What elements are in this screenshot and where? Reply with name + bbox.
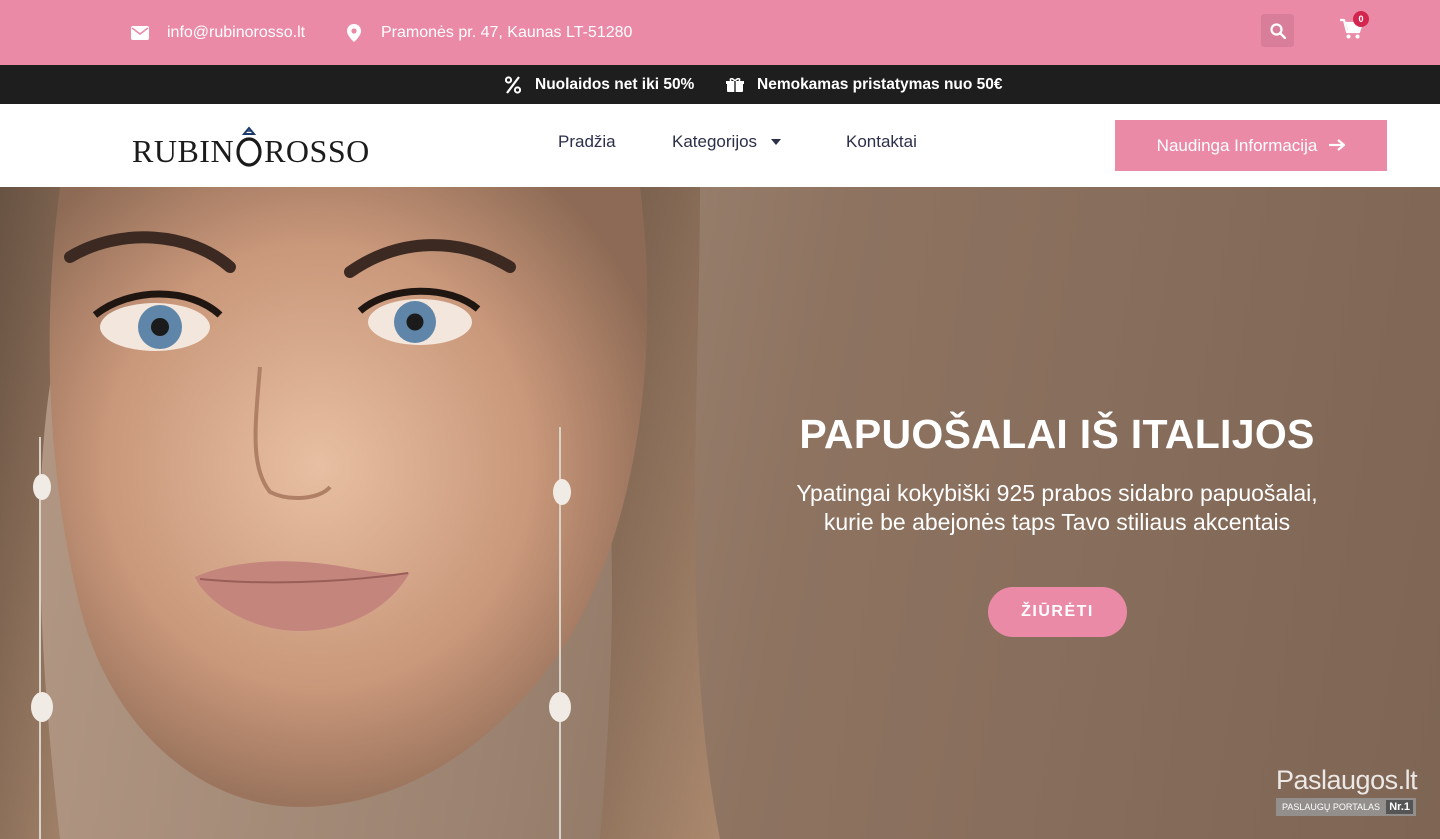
arrow-right-icon xyxy=(1329,136,1347,156)
map-pin-icon xyxy=(345,23,363,42)
watermark: Paslaugos.lt PASLAUGŲ PORTALAS Nr.1 xyxy=(1276,765,1418,816)
promo-delivery: Nemokamas pristatymas nuo 50€ xyxy=(726,65,1003,104)
hero-subtitle: Ypatingai kokybiški 925 prabos sidabro p… xyxy=(757,479,1357,537)
hero-banner: PAPUOŠALAI IŠ ITALIJOS Ypatingai kokybiš… xyxy=(0,187,1440,839)
percent-icon xyxy=(504,75,522,94)
useful-info-label: Naudinga Informacija xyxy=(1156,135,1318,155)
hero-subtitle-line-2: kurie be abejonės taps Tavo stiliaus akc… xyxy=(823,509,1291,535)
nav-contacts[interactable]: Kontaktai xyxy=(846,132,917,152)
address-text: Pramonės pr. 47, Kaunas LT-51280 xyxy=(381,23,633,41)
watermark-title: Paslaugos.lt xyxy=(1276,765,1418,795)
logo-text-left: RUBIN xyxy=(132,133,235,169)
nav-categories[interactable]: Kategorijos xyxy=(672,132,782,152)
hero-subtitle-line-1: Ypatingai kokybiški 925 prabos sidabro p… xyxy=(796,480,1318,506)
logo-text-right: ROSSO xyxy=(264,133,370,169)
envelope-icon xyxy=(131,24,149,42)
logo[interactable]: RUBIN ROSSO xyxy=(132,124,370,170)
nav-home-label: Pradžia xyxy=(558,132,616,151)
email-link[interactable]: info@rubinorosso.lt xyxy=(131,0,305,65)
site-header: RUBIN ROSSO Pradžia Kategorijos Kontakta… xyxy=(0,104,1440,187)
ring-logo-icon xyxy=(236,124,262,170)
email-text: info@rubinorosso.lt xyxy=(167,23,306,41)
gift-box-icon xyxy=(726,76,744,94)
topbar: info@rubinorosso.lt Pramonės pr. 47, Kau… xyxy=(0,0,1440,65)
watermark-badge: Nr.1 xyxy=(1386,800,1413,814)
promo-discount-text: Nuolaidos net iki 50% xyxy=(535,75,695,93)
caret-down-icon xyxy=(771,139,782,145)
nav-categories-label: Kategorijos xyxy=(672,132,758,151)
promo-bar: Nuolaidos net iki 50% Nemokamas pristaty… xyxy=(0,65,1440,104)
promo-discount: Nuolaidos net iki 50% xyxy=(504,65,694,104)
nav-home[interactable]: Pradžia xyxy=(558,132,616,152)
view-button[interactable]: ŽIŪRĖTI xyxy=(988,587,1127,637)
search-button[interactable] xyxy=(1261,14,1294,47)
promo-delivery-text: Nemokamas pristatymas nuo 50€ xyxy=(757,75,1003,93)
search-icon xyxy=(1269,22,1286,39)
useful-info-button[interactable]: Naudinga Informacija xyxy=(1115,120,1387,171)
address-link[interactable]: Pramonės pr. 47, Kaunas LT-51280 xyxy=(345,0,632,65)
cart-count-badge: 0 xyxy=(1353,11,1369,27)
watermark-subtitle: PASLAUGŲ PORTALAS Nr.1 xyxy=(1276,798,1416,816)
nav-contacts-label: Kontaktai xyxy=(846,132,917,151)
hero-model-image xyxy=(0,187,720,839)
watermark-subtitle-text: PASLAUGŲ PORTALAS xyxy=(1282,802,1381,812)
hero-title: PAPUOŠALAI IŠ ITALIJOS xyxy=(799,411,1315,457)
